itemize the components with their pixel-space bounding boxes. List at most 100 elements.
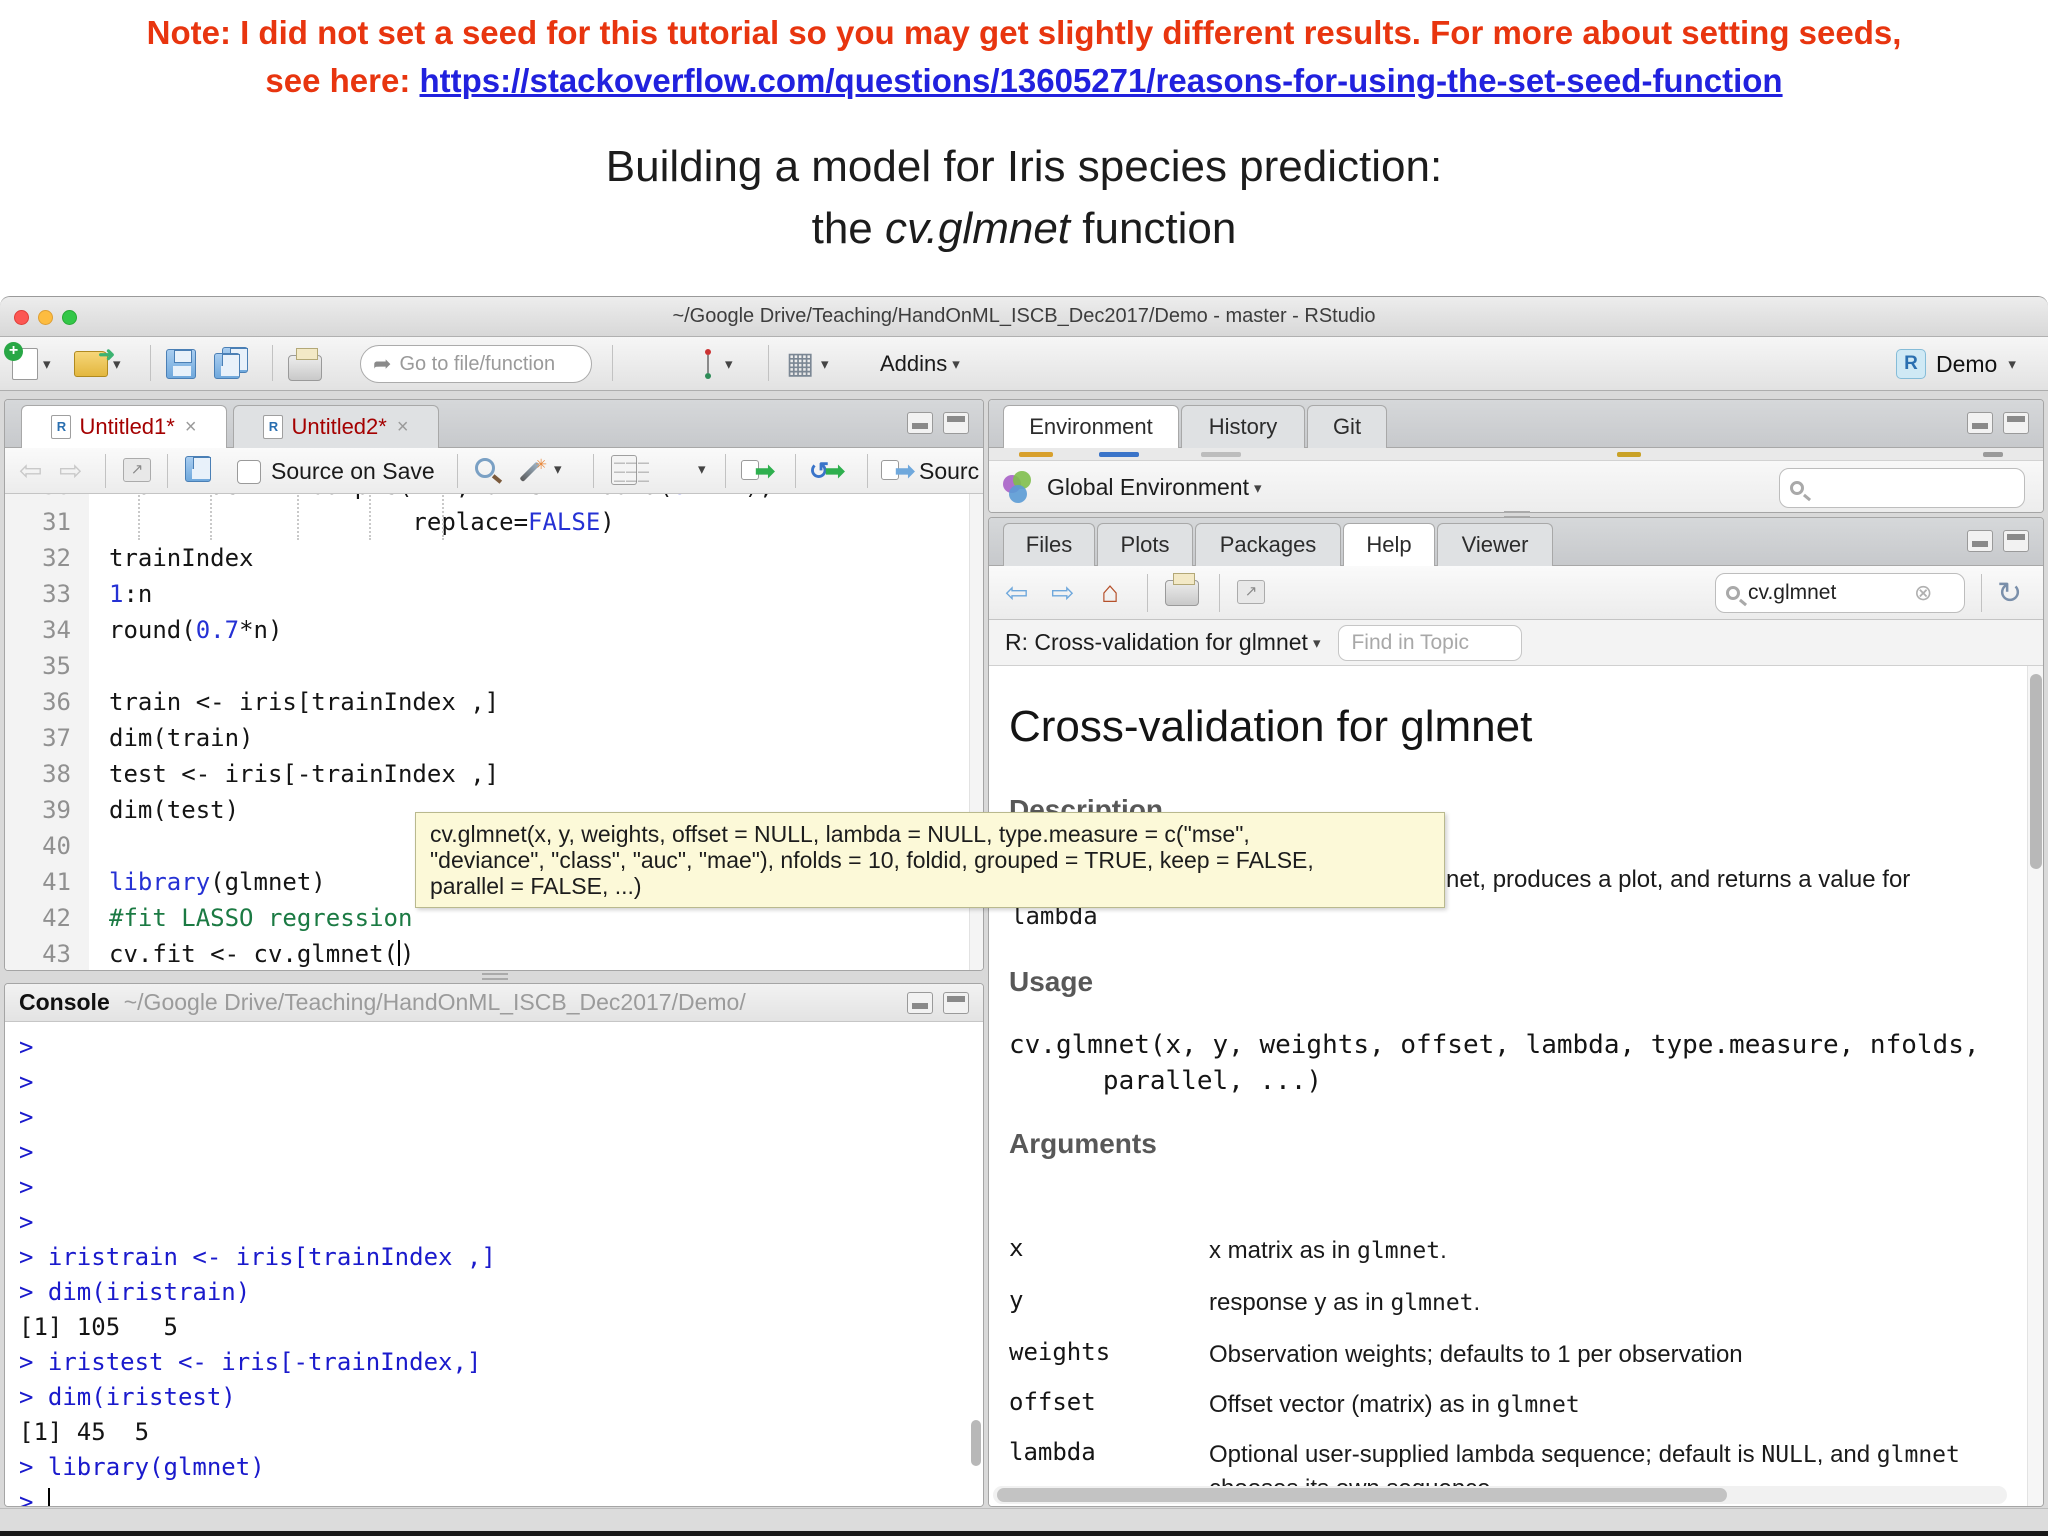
save-icon [166, 349, 196, 379]
maximize-pane-icon[interactable] [2003, 530, 2029, 552]
goto-file-function-box[interactable]: ➦ [360, 345, 592, 383]
find-in-topic-box[interactable] [1338, 624, 1523, 661]
slide-header: Note: I did not set a seed for this tuto… [0, 0, 2048, 296]
tab-files[interactable]: Files [1003, 523, 1095, 566]
help-horizontal-scrollbar[interactable] [993, 1486, 2007, 1504]
help-popout-button[interactable]: ↗ [1237, 580, 1265, 604]
help-horizontal-scrollbar-thumb[interactable] [997, 1488, 1727, 1502]
new-file-button[interactable]: + ▾ [4, 342, 51, 383]
back-arrow-icon: ⇦ [1005, 577, 1029, 608]
environment-search-input[interactable] [1812, 475, 1932, 500]
print-icon [1165, 573, 1199, 606]
tab-git[interactable]: Git [1307, 405, 1387, 448]
magic-wand-icon: ✳ [519, 454, 549, 484]
help-refresh-button[interactable]: ↻ [1997, 576, 2022, 611]
version-control-icon [696, 349, 720, 379]
code-line: 31 replace=FALSE) [5, 504, 983, 540]
save-all-button[interactable] [214, 345, 254, 383]
help-home-button[interactable]: ⌂ [1101, 576, 1119, 610]
save-button[interactable] [166, 345, 196, 383]
goto-file-function-input[interactable] [399, 352, 570, 376]
open-in-new-window-button[interactable]: ↗ [123, 458, 151, 482]
console-line: > iristrain <- iris[trainIndex ,] [19, 1243, 496, 1271]
find-in-topic-input[interactable] [1351, 630, 1502, 655]
help-print-button[interactable] [1165, 573, 1199, 606]
console-prompt-line[interactable]: > [19, 1485, 983, 1506]
help-topic-label[interactable]: R: Cross-validation for glmnet [1005, 629, 1308, 656]
print-button[interactable] [288, 348, 322, 387]
clear-search-icon[interactable]: ⊗ [1914, 580, 1932, 606]
code-tools-button[interactable]: ✳ ▾ [519, 454, 562, 484]
minimize-pane-icon[interactable] [907, 412, 933, 434]
console-header[interactable]: Console ~/Google Drive/Teaching/HandOnML… [5, 984, 983, 1022]
save-source-button[interactable] [185, 456, 211, 482]
tab-history[interactable]: History [1181, 405, 1305, 448]
environment-search-box[interactable] [1779, 467, 2025, 508]
nav-back-button[interactable]: ⇦ [19, 454, 42, 487]
environment-pane: Environment History Git Global Environme… [988, 399, 2044, 513]
console-line: > [19, 1173, 34, 1201]
tab-viewer[interactable]: Viewer [1437, 523, 1553, 566]
source-button-label: Sourc [919, 457, 980, 484]
close-icon[interactable]: × [185, 416, 197, 439]
help-search-input[interactable] [1748, 581, 1908, 605]
refresh-icon: ↻ [1997, 577, 2023, 610]
maximize-pane-icon[interactable] [2003, 412, 2029, 434]
help-topic-row: R: Cross-validation for glmnet ▾ [989, 620, 2043, 666]
tab-plots[interactable]: Plots [1097, 523, 1193, 566]
checkbox-icon[interactable] [237, 459, 261, 484]
compile-notebook-button[interactable]: ——— ——— ——— [611, 455, 649, 487]
help-content[interactable]: Cross-validation for glmnet Description … [989, 666, 2027, 1506]
open-file-button[interactable]: ➜ ▾ [74, 344, 121, 383]
console-line: > [19, 1138, 34, 1166]
tab-packages[interactable]: Packages [1195, 523, 1341, 566]
environment-scope-label[interactable]: Global Environment [1047, 474, 1249, 501]
code-line: 37 dim(train) [5, 720, 983, 756]
addins-button[interactable]: Addins ▾ [880, 345, 960, 383]
help-back-button[interactable]: ⇦ [1005, 576, 1028, 609]
tab-untitled2[interactable]: R Untitled2* × [233, 405, 439, 448]
console-scrollbar-thumb[interactable] [971, 1420, 981, 1466]
maximize-pane-icon[interactable] [943, 992, 969, 1014]
close-icon[interactable]: × [397, 416, 409, 439]
toolbar-separator [1219, 574, 1220, 612]
tab-help[interactable]: Help [1343, 523, 1435, 566]
arguments-heading: Arguments [1009, 1128, 1157, 1159]
version-control-button[interactable]: ▾ [696, 345, 733, 383]
code-line: 32 trainIndex [5, 540, 983, 576]
stackoverflow-link[interactable]: https://stackoverflow.com/questions/1360… [420, 62, 1783, 99]
rerun-button[interactable]: ↺ ➡ [809, 457, 845, 485]
window-titlebar[interactable]: ~/Google Drive/Teaching/HandOnML_ISCB_De… [0, 297, 2048, 337]
find-replace-button[interactable] [475, 458, 495, 478]
help-search-box[interactable]: ⊗ [1715, 573, 1965, 613]
r-document-icon: R [51, 415, 72, 439]
minimize-pane-icon[interactable] [1967, 530, 1993, 552]
knit-options-button[interactable]: ▾ [693, 460, 706, 478]
nav-forward-button[interactable]: ⇨ [59, 454, 82, 487]
horizontal-splitter-handle[interactable] [482, 973, 508, 980]
console-line: [1] 45 5 [19, 1418, 150, 1446]
help-forward-button[interactable]: ⇨ [1051, 576, 1074, 609]
text-cursor [47, 1488, 50, 1506]
minimize-pane-icon[interactable] [1967, 412, 1993, 434]
source-on-save-checkbox[interactable]: Source on Save [237, 458, 435, 485]
save-icon [185, 456, 211, 482]
print-icon [288, 348, 322, 381]
help-vertical-scrollbar-thumb[interactable] [2030, 674, 2042, 869]
workspace-panes-button[interactable]: ▦ ▾ [786, 345, 829, 383]
slide-title-line2: the cv.glmnet function [811, 204, 1237, 253]
minimize-pane-icon[interactable] [907, 992, 933, 1014]
tab-untitled1[interactable]: R Untitled1* × [21, 405, 227, 448]
home-icon: ⌂ [1101, 576, 1120, 609]
save-all-icon [214, 347, 254, 381]
chevron-down-icon: ▾ [554, 461, 562, 478]
console-body[interactable]: > > > > > > > iristrain <- iris[trainInd… [5, 1022, 983, 1506]
clipped-icon [1019, 452, 1053, 457]
project-menu-button[interactable]: R Demo ▾ [1896, 345, 2016, 383]
source-button[interactable]: ➡ Sourc [881, 457, 979, 485]
help-vertical-scrollbar[interactable] [2027, 666, 2043, 1506]
maximize-pane-icon[interactable] [943, 412, 969, 434]
tab-environment[interactable]: Environment [1003, 405, 1179, 448]
run-button[interactable]: ➡ [741, 457, 775, 485]
tooltip-line3: parallel = FALSE, ...) [430, 873, 642, 899]
